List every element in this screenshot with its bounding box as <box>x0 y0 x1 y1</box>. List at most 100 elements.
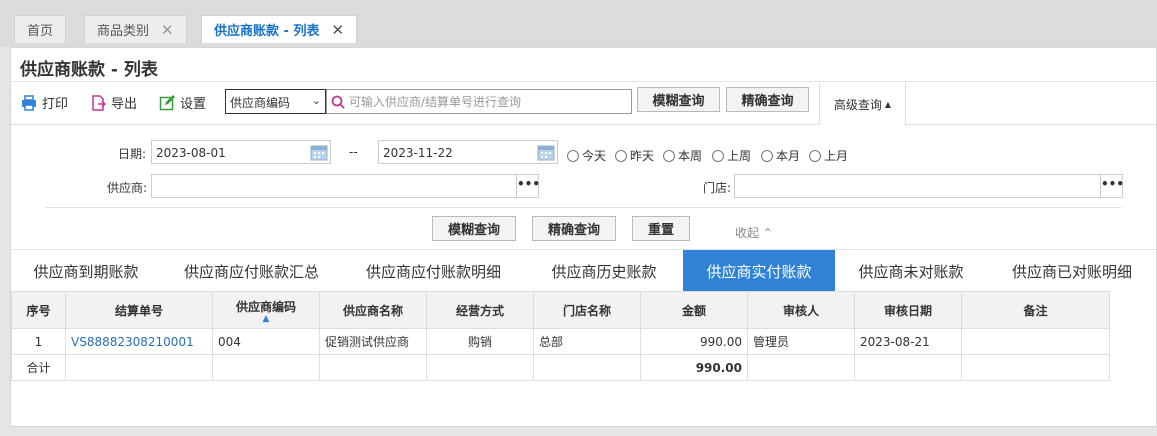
collapse-label: 收起 <box>735 226 760 240</box>
col-header[interactable]: 审核日期 <box>854 291 962 329</box>
radio-last-week[interactable]: 上周 <box>712 147 751 164</box>
radio-label: 今天 <box>582 149 607 163</box>
tab-history[interactable]: 供应商历史账款 <box>525 250 683 292</box>
date-separator: -- <box>349 145 358 159</box>
col-header[interactable]: 门店名称 <box>533 291 641 329</box>
search-input[interactable]: 可输入供应商/结算单号进行查询 <box>326 89 632 114</box>
page-tab-bar: 首页 商品类别 ✕ 供应商账款 - 列表 ✕ <box>0 0 1157 47</box>
radio-label: 本周 <box>678 149 703 163</box>
tab-home[interactable]: 首页 <box>14 15 67 43</box>
tab-label: 首页 <box>27 24 54 39</box>
search-field-select[interactable]: 供应商编码 ⌄ <box>225 89 326 114</box>
report-tabs: 供应商到期账款 供应商应付账款汇总 供应商应付账款明细 供应商历史账款 供应商实… <box>11 249 1157 292</box>
radio-label: 昨天 <box>630 149 655 163</box>
toolbar: 打印 导出 设置 供应商编码 ⌄ 可输入供应商/结算单号进行查询 模糊查询 精确查… <box>11 83 1156 125</box>
export-button[interactable]: 导出 <box>90 93 137 112</box>
print-label: 打印 <box>42 97 69 112</box>
divider <box>45 207 1121 208</box>
radio-label: 上周 <box>727 149 752 163</box>
table-header-row: 序号 结算单号 供应商编码 ▲ 供应商名称 经营方式 门店名称 金额 审核人 审核… <box>11 291 1110 329</box>
store-label: 门店: <box>702 181 731 195</box>
tab-reconciled-detail[interactable]: 供应商已对账明细 <box>987 250 1157 292</box>
date-from-field[interactable]: 2023-08-01 <box>151 140 331 164</box>
total-cell <box>319 354 427 381</box>
table-row[interactable]: 1 VS88882308210001 004 促销测试供应商 购销 总部 990… <box>11 328 1110 355</box>
tab-supplier-due[interactable]: 供应商到期账款 <box>11 250 161 292</box>
col-header[interactable]: 经营方式 <box>426 291 534 329</box>
close-icon[interactable]: ✕ <box>331 21 344 39</box>
cell-amount: 990.00 <box>640 328 748 355</box>
tab-unreconciled[interactable]: 供应商未对账款 <box>835 250 987 292</box>
filter-fuzzy-button[interactable]: 模糊查询 <box>432 216 516 241</box>
close-icon[interactable]: ✕ <box>161 21 174 39</box>
date-to-field[interactable]: 2023-11-22 <box>378 140 558 164</box>
radio-yesterday[interactable]: 昨天 <box>615 147 654 164</box>
printer-icon <box>22 94 36 111</box>
radio-this-week[interactable]: 本周 <box>663 147 702 164</box>
cell-store-name: 总部 <box>533 328 641 355</box>
total-cell <box>533 354 641 381</box>
total-cell <box>212 354 320 381</box>
cell-index: 1 <box>11 328 66 355</box>
caret-up-icon: ▲ <box>884 99 892 109</box>
col-header[interactable]: 结算单号 <box>65 291 213 329</box>
col-header-label: 供应商编码 <box>235 299 296 314</box>
cell-settlement-no-link[interactable]: VS88882308210001 <box>65 328 213 355</box>
print-button[interactable]: 打印 <box>21 93 68 112</box>
radio-last-month[interactable]: 上月 <box>809 147 848 164</box>
date-from-value: 2023-08-01 <box>156 146 226 160</box>
total-cell <box>961 354 1110 381</box>
col-header[interactable]: 供应商名称 <box>319 291 427 329</box>
more-icon[interactable]: ••• <box>1100 175 1124 197</box>
col-header[interactable]: 备注 <box>961 291 1110 329</box>
main-panel: 供应商账款 - 列表 打印 导出 设置 供应商编码 ⌄ 可输入供应商/结算单号进行… <box>10 47 1157 427</box>
total-cell <box>426 354 534 381</box>
total-amount: 990.00 <box>640 354 748 381</box>
radio-today[interactable]: 今天 <box>567 147 606 164</box>
fuzzy-search-button[interactable]: 模糊查询 <box>637 87 720 112</box>
more-icon[interactable]: ••• <box>516 175 540 197</box>
settings-button[interactable]: 设置 <box>159 93 206 112</box>
radio-circle <box>761 149 773 162</box>
cell-business-mode: 购销 <box>426 328 534 355</box>
data-table: 序号 结算单号 供应商编码 ▲ 供应商名称 经营方式 门店名称 金额 审核人 审核… <box>11 291 1110 381</box>
search-placeholder: 可输入供应商/结算单号进行查询 <box>349 95 522 109</box>
tab-product-category[interactable]: 商品类别 ✕ <box>84 15 187 43</box>
store-field[interactable]: ••• <box>734 174 1124 198</box>
total-cell <box>747 354 855 381</box>
collapse-toggle[interactable]: 收起 ⌃ <box>735 224 773 241</box>
reset-button[interactable]: 重置 <box>632 216 690 241</box>
col-header[interactable]: 审核人 <box>747 291 855 329</box>
filter-exact-button[interactable]: 精确查询 <box>532 216 616 241</box>
cell-review-date: 2023-08-21 <box>854 328 962 355</box>
radio-label: 上月 <box>824 149 849 163</box>
col-header[interactable]: 序号 <box>11 291 66 329</box>
tab-actual-paid[interactable]: 供应商实付账款 <box>683 250 835 292</box>
col-header[interactable]: 金额 <box>640 291 748 329</box>
radio-this-month[interactable]: 本月 <box>761 147 800 164</box>
advanced-search-button[interactable]: 高级查询 ▲ <box>819 83 906 125</box>
tab-payable-detail[interactable]: 供应商应付账款明细 <box>342 250 525 292</box>
tab-payable-summary[interactable]: 供应商应付账款汇总 <box>161 250 342 292</box>
tab-label: 供应商账款 - 列表 <box>214 24 320 39</box>
date-label: 日期: <box>117 147 146 161</box>
exact-search-button[interactable]: 精确查询 <box>726 87 809 112</box>
sort-asc-icon: ▲ <box>262 313 270 324</box>
edit-icon <box>159 94 175 110</box>
supplier-field[interactable]: ••• <box>151 174 540 198</box>
radio-circle <box>615 149 627 162</box>
cell-supplier-code: 004 <box>212 328 320 355</box>
tab-supplier-accounts[interactable]: 供应商账款 - 列表 ✕ <box>201 15 358 43</box>
calendar-icon[interactable] <box>537 143 555 161</box>
total-label: 合计 <box>11 354 66 381</box>
radio-circle <box>567 149 579 162</box>
cell-remark <box>961 328 1110 355</box>
col-header-sortable[interactable]: 供应商编码 ▲ <box>212 291 320 329</box>
search-icon <box>331 95 345 109</box>
radio-circle <box>809 149 821 162</box>
date-to-value: 2023-11-22 <box>383 146 453 160</box>
select-value: 供应商编码 <box>230 96 291 110</box>
calendar-icon[interactable] <box>310 143 328 161</box>
cell-supplier-name: 促销测试供应商 <box>319 328 427 355</box>
radio-circle <box>712 149 724 162</box>
